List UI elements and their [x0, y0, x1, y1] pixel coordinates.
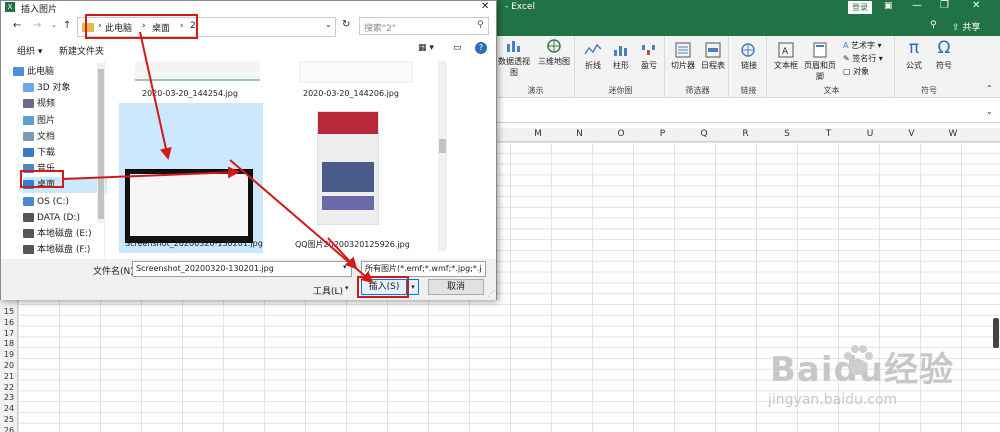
annotation-arrows	[63, 31, 374, 284]
screen: - Excel 登录 ▣ — ❐ ✕ ⚲ ⇪ 共享 数据透视图 三维地图 演示 …	[0, 0, 1000, 432]
arrow-from-desktop	[63, 166, 240, 180]
arrow-to-filename	[327, 237, 358, 270]
arrow-to-selected-file	[139, 31, 172, 160]
